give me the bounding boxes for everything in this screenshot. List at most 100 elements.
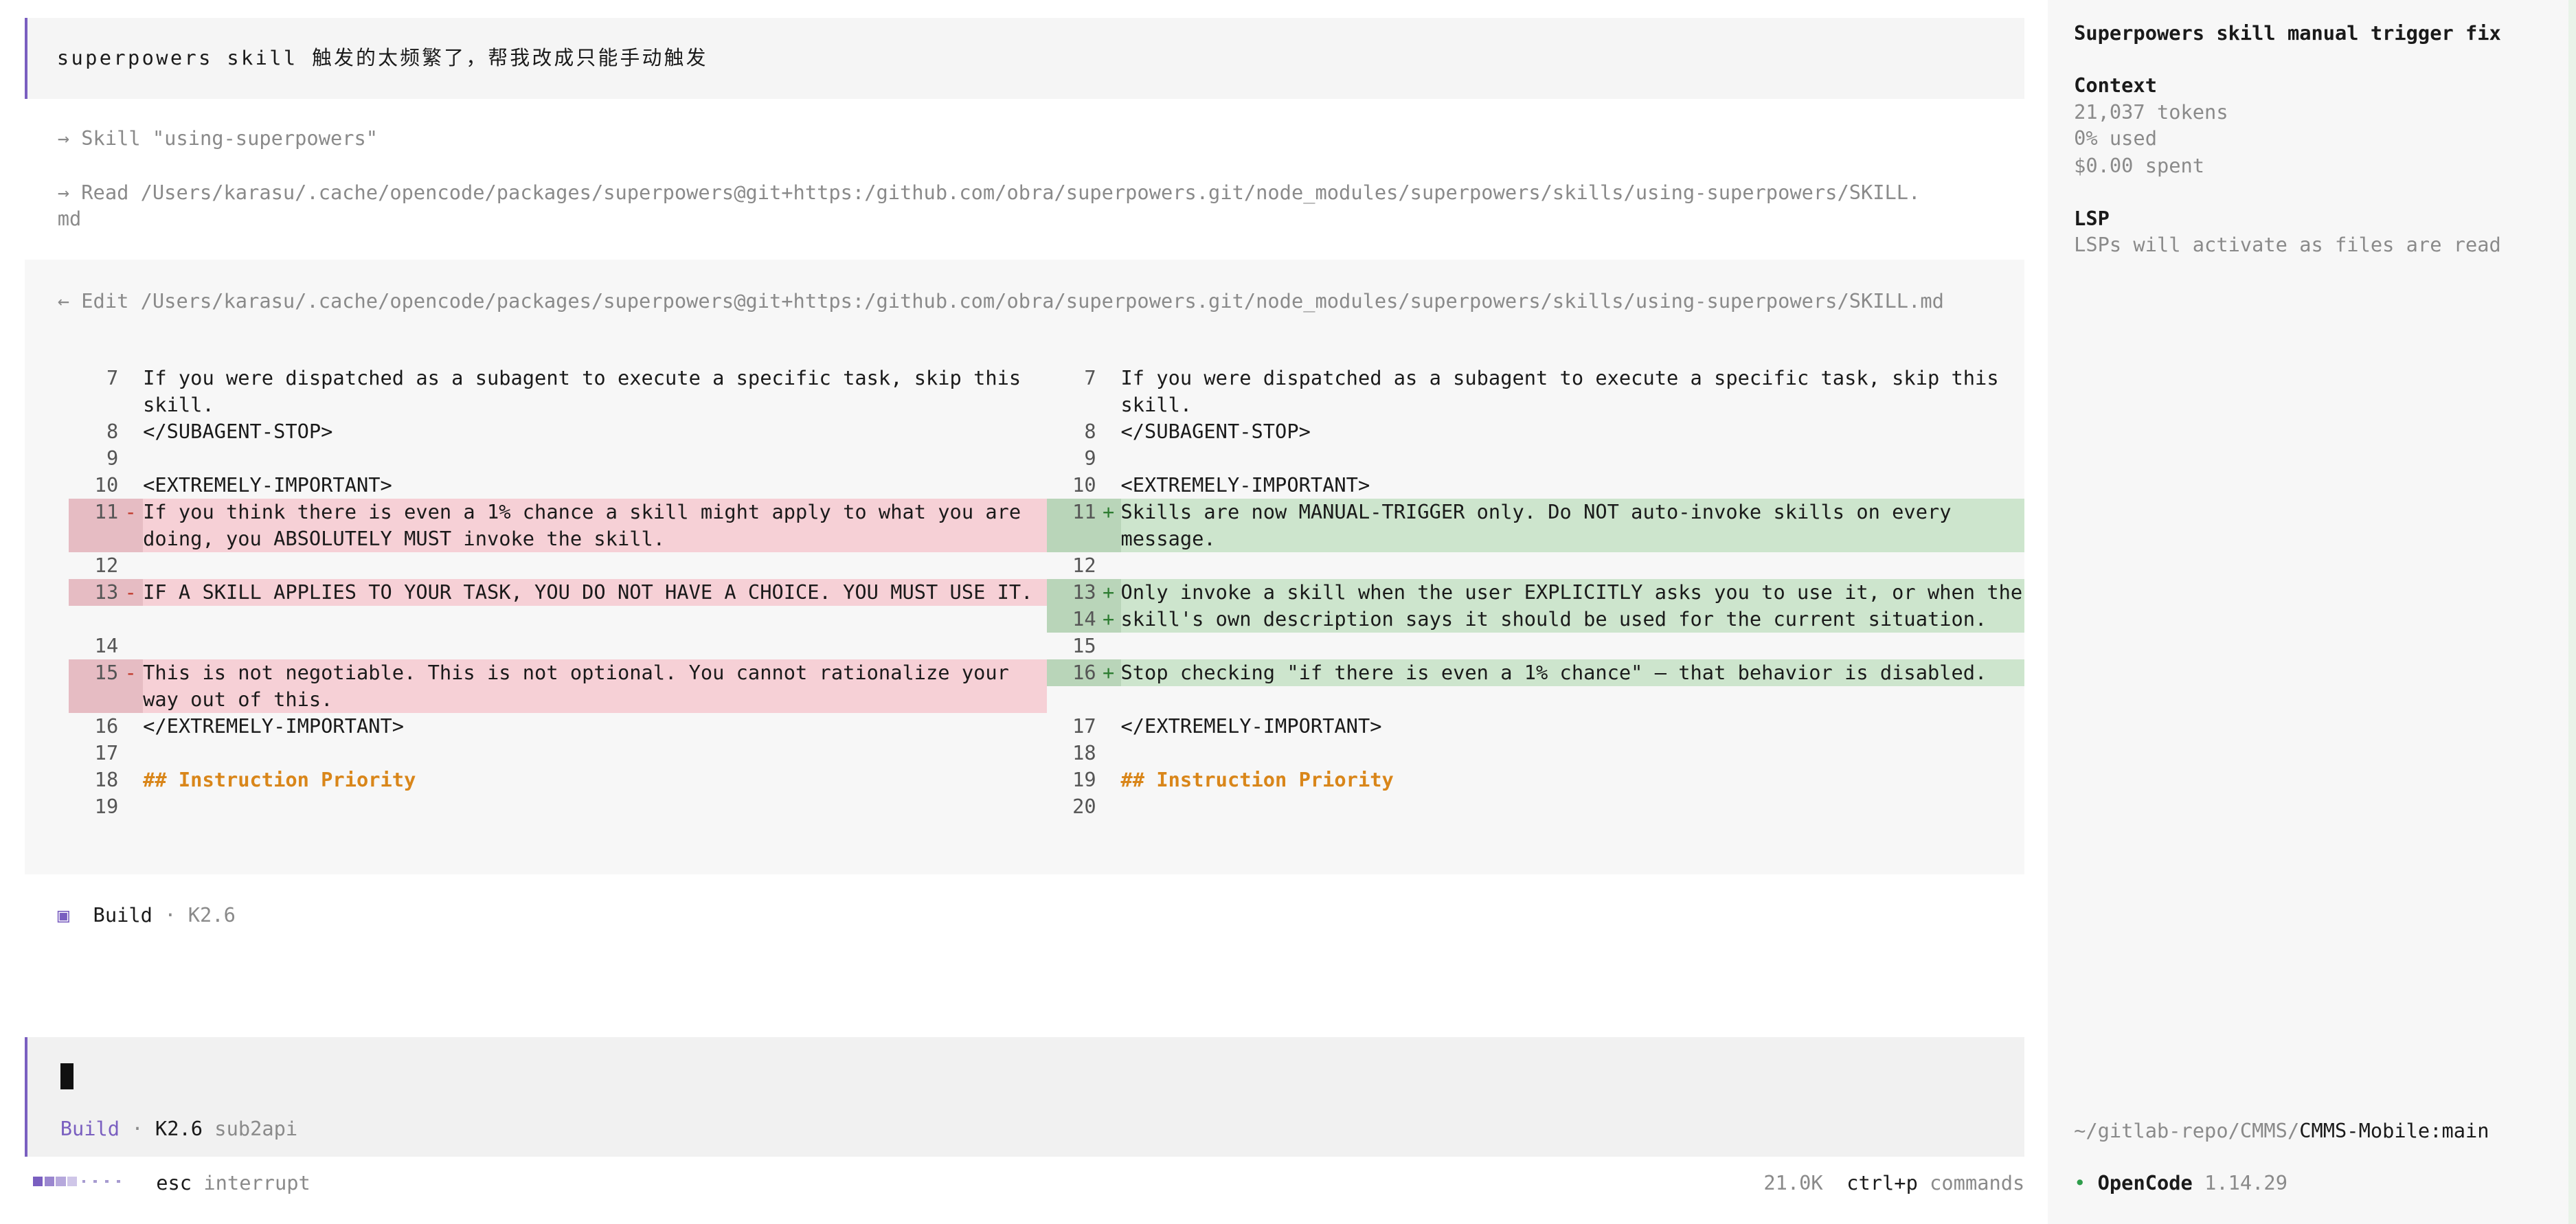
diff-left-line: 12 bbox=[69, 552, 1046, 579]
diff-right-line: 16 + Stop checking "if there is even a 1% … bbox=[1046, 659, 2025, 687]
diff-marker bbox=[1096, 472, 1121, 499]
commands-label[interactable]: commands bbox=[1930, 1171, 2024, 1194]
line-number: 16 bbox=[94, 714, 119, 738]
context-heading: Context bbox=[2074, 73, 2157, 98]
diff-code bbox=[1121, 686, 2025, 713]
tool-call-read[interactable]: → Read /Users/karasu/.cache/opencode/pac… bbox=[58, 179, 1921, 206]
diff-marker bbox=[1096, 740, 1121, 767]
diff-marker bbox=[118, 445, 143, 472]
prompt-agent[interactable]: Build bbox=[60, 1117, 120, 1140]
build-model: K2.6 bbox=[188, 903, 236, 927]
line-number: 18 bbox=[1072, 741, 1096, 765]
context-spent: $0.00 spent bbox=[2074, 154, 2205, 178]
diff-code bbox=[143, 606, 1047, 633]
diff-marker bbox=[1096, 713, 1121, 740]
diff-left-line: 10 <EXTREMELY-IMPORTANT> bbox=[69, 472, 1046, 499]
context-tokens: 21,037 tokens bbox=[2074, 100, 2228, 124]
diff-left-line: 13- IF A SKILL APPLIES TO YOUR TASK, YOU … bbox=[69, 579, 1047, 607]
diff-code: skill's own description says it should b… bbox=[1120, 607, 1987, 631]
diff-right-line: 13 + Only invoke a skill when the user EXP… bbox=[1046, 579, 2025, 607]
build-status: ▣ Build · K2.6 bbox=[58, 902, 236, 929]
app-name: OpenCode bbox=[2097, 1171, 2193, 1195]
diff-left-line: 18 ## Instruction Priority bbox=[69, 767, 1046, 793]
diff-code: <EXTREMELY-IMPORTANT> bbox=[1120, 473, 1370, 497]
prompt-agent-line: Build · K2.6 sub2api bbox=[60, 1115, 297, 1142]
diff-right-line: 10 <EXTREMELY-IMPORTANT> bbox=[1047, 472, 2024, 499]
diff-marker bbox=[118, 740, 143, 767]
line-number: 10 bbox=[94, 473, 119, 497]
diff-right-line: 9 bbox=[1047, 445, 2024, 472]
prompt-input[interactable]: Build · K2.6 sub2api bbox=[24, 1036, 2025, 1157]
diff-marker bbox=[118, 633, 143, 659]
diff-marker bbox=[1096, 418, 1121, 445]
line-number: 19 bbox=[1072, 768, 1096, 792]
interrupt-label: interrupt bbox=[203, 1171, 310, 1195]
diff-marker bbox=[1096, 365, 1121, 418]
line-number: 11 bbox=[1072, 500, 1096, 524]
diff-code: <EXTREMELY-IMPORTANT> bbox=[143, 473, 392, 497]
diff-marker bbox=[1096, 445, 1121, 472]
diff-left-line bbox=[69, 606, 1046, 633]
line-number: 17 bbox=[1072, 714, 1096, 738]
diff-code bbox=[1121, 445, 2025, 472]
diff-left-line: 15- This is not negotiable. This is not o… bbox=[69, 659, 1047, 714]
diff-marker bbox=[118, 552, 143, 579]
arrow-right-icon: → bbox=[57, 126, 69, 150]
prompt-model[interactable]: K2.6 bbox=[155, 1117, 203, 1140]
diff-marker bbox=[1096, 793, 1121, 820]
tool-call-label: Skill "using-superpowers" bbox=[81, 126, 379, 150]
edit-header[interactable]: ← Edit /Users/karasu/.cache/opencode/pac… bbox=[58, 288, 1944, 315]
arrow-right-icon: → bbox=[57, 180, 69, 204]
diff-code: If you were dispatched as a subagent to … bbox=[1120, 366, 2011, 417]
diff-marker: - bbox=[124, 661, 137, 685]
diff-gutter: 11 + bbox=[1046, 499, 1121, 553]
diff-code bbox=[143, 445, 1047, 472]
diff-right-line bbox=[1047, 686, 2024, 713]
diff-code bbox=[1121, 633, 2025, 659]
progress-spinner-icon bbox=[32, 1176, 123, 1187]
diff-left-line: 16 </EXTREMELY-IMPORTANT> bbox=[69, 713, 1046, 740]
path-prefix: ~/gitlab-repo/CMMS/ bbox=[2074, 1118, 2300, 1142]
tool-call-skill[interactable]: → Skill "using-superpowers" bbox=[58, 125, 378, 152]
diff-code: This is not negotiable. This is not opti… bbox=[143, 661, 1021, 712]
commands-key[interactable]: ctrl+p bbox=[1846, 1171, 1918, 1194]
token-count: 21.0K bbox=[1763, 1171, 1823, 1195]
interrupt-hint[interactable]: esc interrupt bbox=[156, 1170, 310, 1197]
diff-marker: - bbox=[124, 580, 137, 604]
line-number: 15 bbox=[1072, 634, 1096, 658]
line-number: 11 bbox=[94, 500, 119, 524]
user-message-text: superpowers skill 触发的太频繁了，帮我改成只能手动触发 bbox=[56, 45, 708, 69]
diff-right-line: 12 bbox=[1047, 552, 2024, 579]
tool-call-label: Read /Users/karasu/.cache/opencode/packa… bbox=[81, 180, 1921, 204]
diff-gutter: 16 bbox=[69, 713, 143, 740]
diff-marker: + bbox=[1102, 607, 1115, 631]
chat-panel: superpowers skill 触发的太频繁了，帮我改成只能手动触发 → S… bbox=[0, 0, 2024, 1224]
diff-marker bbox=[1096, 767, 1121, 793]
lsp-heading: LSP bbox=[2074, 207, 2110, 231]
diff-right-line: 20 bbox=[1047, 793, 2024, 820]
workspace-path: ~/gitlab-repo/CMMS/CMMS-Mobile:main bbox=[2074, 1118, 2489, 1144]
build-square-icon: ▣ bbox=[57, 903, 69, 927]
diff-code: Only invoke a skill when the user EXPLIC… bbox=[1120, 580, 2023, 604]
diff-marker bbox=[118, 472, 143, 499]
diff-code bbox=[1121, 552, 2025, 579]
diff-right-line: 8 </SUBAGENT-STOP> bbox=[1047, 418, 2024, 445]
line-number: 7 bbox=[106, 366, 119, 390]
arrow-left-icon: ← bbox=[57, 288, 69, 313]
diff-marker: + bbox=[1102, 661, 1115, 685]
diff-code: </SUBAGENT-STOP> bbox=[143, 420, 333, 444]
diff-code: </SUBAGENT-STOP> bbox=[1120, 420, 1311, 444]
prompt-sep: · bbox=[131, 1117, 144, 1141]
diff-code bbox=[143, 552, 1047, 579]
prompt-provider: sub2api bbox=[214, 1117, 298, 1141]
diff-right-line: 17 </EXTREMELY-IMPORTANT> bbox=[1047, 713, 2024, 740]
session-sidebar: Superpowers skill manual trigger fix Con… bbox=[2047, 0, 2576, 1224]
line-number: 7 bbox=[1084, 366, 1096, 390]
diff-code: </EXTREMELY-IMPORTANT> bbox=[1120, 714, 1382, 738]
line-number: 17 bbox=[94, 741, 119, 765]
diff-code: </EXTREMELY-IMPORTANT> bbox=[143, 714, 405, 738]
sidebar-edge bbox=[2568, 0, 2576, 1224]
diff-left-line: 8 </SUBAGENT-STOP> bbox=[69, 418, 1046, 445]
diff-marker bbox=[118, 793, 143, 820]
diff-gutter: 13 + bbox=[1046, 579, 1121, 607]
